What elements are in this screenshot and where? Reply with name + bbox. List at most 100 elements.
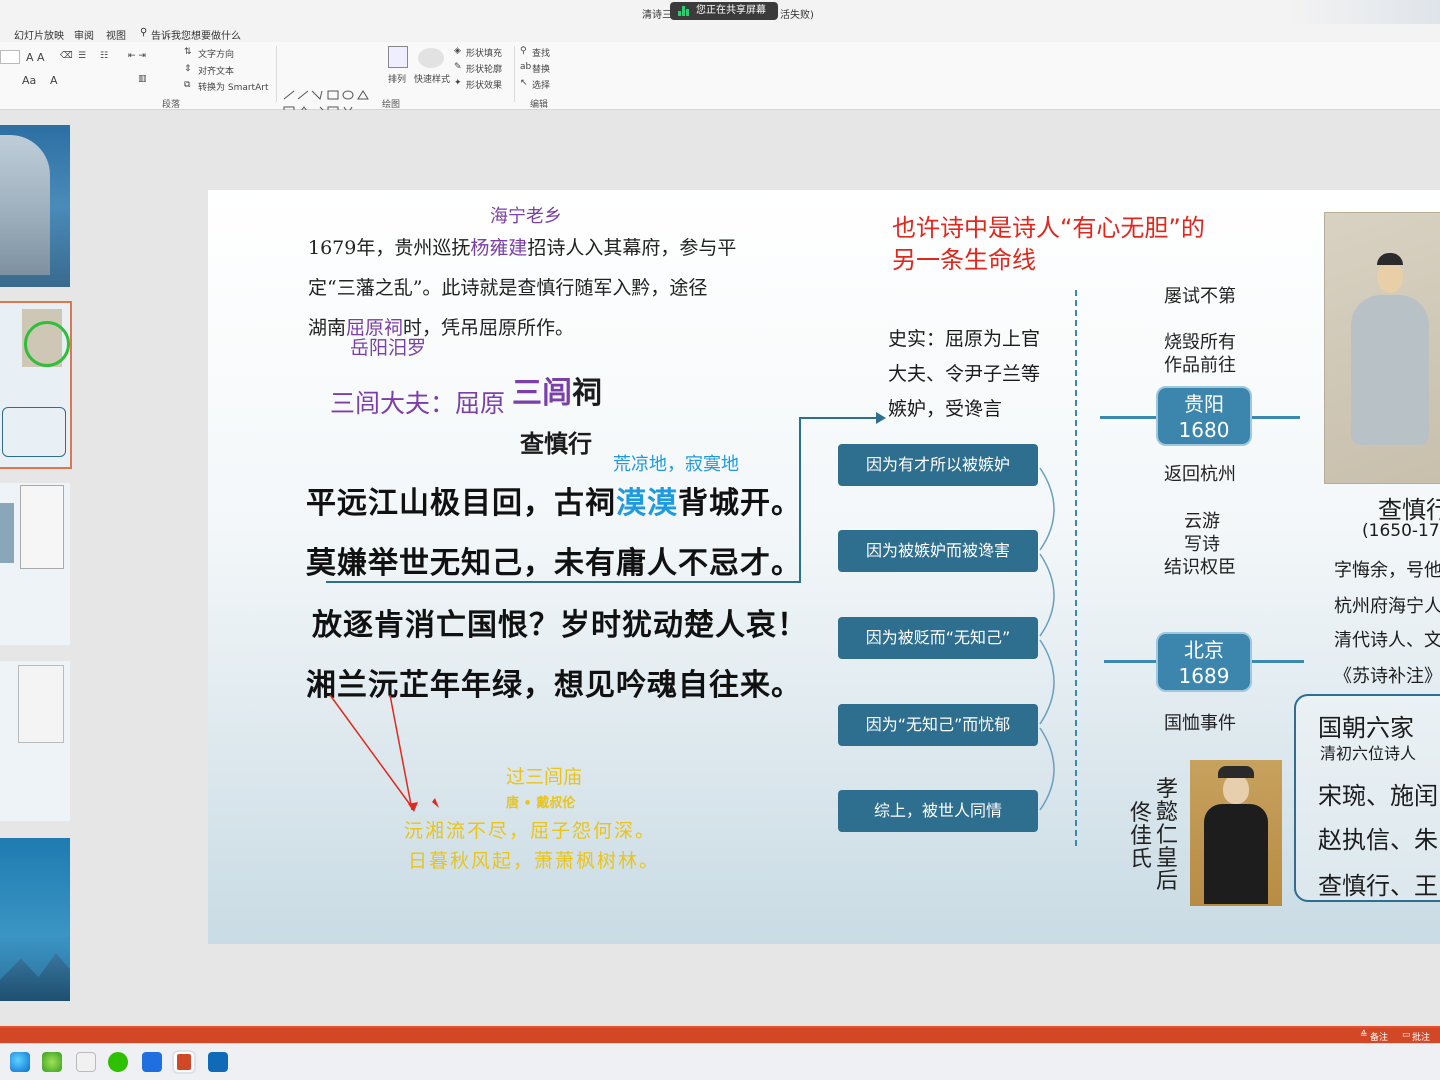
title-bar-background-art <box>1290 0 1440 24</box>
reason-box-5[interactable]: 综上，被世人同情 <box>838 790 1038 832</box>
convert-smartart-button[interactable]: 转换为 SmartArt <box>198 80 268 93</box>
history-line-2: 大夫、令尹子兰等 <box>888 363 1041 385</box>
tencent-meeting-icon[interactable] <box>142 1052 162 1072</box>
timeline-failed-exams: 屡试不第 <box>1164 286 1236 307</box>
powerpoint-taskbar-icon[interactable] <box>174 1052 194 1072</box>
tab-view[interactable]: 视图 <box>106 27 126 42</box>
font-grow-shrink-button[interactable]: A A <box>26 51 45 64</box>
align-text-button[interactable]: 对齐文本 <box>198 64 234 77</box>
tab-slideshow[interactable]: 幻灯片放映 <box>14 27 64 42</box>
font-color-button[interactable]: A <box>50 74 58 87</box>
shape-effects-button[interactable]: 形状效果 <box>466 78 502 91</box>
empress-name-vertical: 孝懿仁皇后 <box>1156 777 1179 894</box>
notes-button[interactable]: 备注 <box>1370 1030 1388 1043</box>
shape-fill-icon: ◈ <box>454 46 461 56</box>
slide-thumbnail[interactable] <box>0 125 70 287</box>
red-arrow-head <box>432 798 439 808</box>
numbering-icon[interactable]: ☷ <box>100 51 108 61</box>
thumbnail-figure-image <box>18 665 64 743</box>
ref-poem-line-1: 沅湘流不尽，屈子怨何深。 <box>404 820 657 842</box>
arrow-head <box>876 412 886 424</box>
slide-canvas[interactable]: 海宁老乡 1679年，贵州巡抚杨雍建招诗人入其幕府，参与平 定“三藩之乱”。此诗… <box>208 190 1440 944</box>
wechat-icon[interactable] <box>108 1052 128 1072</box>
powerpoint-logo <box>177 1054 191 1070</box>
drawing-group-label: 绘图 <box>382 100 401 110</box>
screen-share-label: 您正在共享屏幕 <box>696 5 766 16</box>
quick-styles-button[interactable]: 快速样式 <box>414 72 450 85</box>
history-line-1: 史实：屈原为上官 <box>888 328 1041 350</box>
ribbon-separator <box>514 46 515 102</box>
edge-icon[interactable] <box>10 1052 30 1072</box>
columns-icon[interactable]: ▥ <box>138 74 147 84</box>
empress-clan-vertical: 佟佳氏 <box>1130 801 1153 872</box>
comments-button[interactable]: 批注 <box>1412 1030 1430 1043</box>
cursor-highlight-ring <box>24 321 70 367</box>
six-poets-title: 国朝六家 <box>1318 714 1414 742</box>
portrait-face <box>1377 261 1403 293</box>
heading-line-1: 也许诗中是诗人“有心无胆”的 <box>892 214 1205 242</box>
city-year: 1689 <box>1178 664 1230 688</box>
ribbon-separator <box>276 46 277 102</box>
tab-review[interactable]: 审阅 <box>74 27 94 42</box>
find-icon: ⚲ <box>520 46 527 56</box>
powerpoint-window: 清诗三 您正在共享屏幕 活失败) 幻灯片放映 审阅 视图 ⚲ 告诉我您想要做什么… <box>0 0 1440 1080</box>
timeline-return: 返回杭州 <box>1164 464 1236 485</box>
bullets-icon[interactable]: ☰ <box>78 51 86 61</box>
tell-me-search[interactable]: 告诉我您想要做什么 <box>151 27 241 42</box>
replace-icon: ab <box>520 62 532 72</box>
editing-group-label: 编辑 <box>530 100 549 110</box>
timeline-travel-3: 结识权臣 <box>1164 557 1236 578</box>
indent-icon[interactable]: ⇤ ⇥ <box>128 51 146 61</box>
bio-name: 查慎行 <box>1378 496 1440 524</box>
font-size-box[interactable] <box>0 50 20 64</box>
reason-box-1[interactable]: 因为有才所以被嫉妒 <box>838 444 1038 486</box>
city-name: 北京 <box>1184 638 1224 662</box>
windows-taskbar <box>0 1043 1440 1080</box>
shape-fill-button[interactable]: 形状填充 <box>466 46 502 59</box>
portrait-robe <box>1351 295 1429 445</box>
screen-recorder-icon[interactable] <box>208 1052 228 1072</box>
select-button[interactable]: 选择 <box>532 78 550 91</box>
title-bar: 清诗三 您正在共享屏幕 活失败) <box>0 0 1440 24</box>
shape-effects-icon: ✦ <box>454 78 462 88</box>
screen-share-indicator[interactable]: 您正在共享屏幕 <box>670 2 778 20</box>
reason-box-3[interactable]: 因为被贬而“无知己” <box>838 617 1038 659</box>
slide-thumbnail-selected[interactable] <box>0 301 72 469</box>
clear-format-icon[interactable]: ⌫ <box>60 51 73 61</box>
city-name: 贵阳 <box>1184 392 1224 416</box>
change-case-button[interactable]: Aa <box>22 74 36 87</box>
arrange-button[interactable]: 排列 <box>388 72 406 85</box>
slide-thumbnail[interactable] <box>0 483 70 645</box>
document-title-suffix: 活失败) <box>780 10 814 21</box>
snipping-tool-icon[interactable] <box>76 1052 96 1072</box>
history-line-3: 嫉妒，受谗言 <box>888 398 1003 420</box>
flow-curve <box>1039 553 1055 637</box>
find-button[interactable]: 查找 <box>532 46 550 59</box>
comments-icon: ▭ <box>1402 1030 1411 1040</box>
reason-box-4[interactable]: 因为“无知己”而忧郁 <box>838 704 1038 746</box>
reason-box-2[interactable]: 因为被嫉妒而被谗害 <box>838 530 1038 572</box>
slide-thumbnail[interactable] <box>0 838 70 1001</box>
bio-years: (1650-17 <box>1362 521 1440 541</box>
portrait-face <box>1223 774 1249 804</box>
heading-line-2: 另一条生命线 <box>892 246 1036 274</box>
ribbon-tabs: 幻灯片放映 审阅 视图 ⚲ 告诉我您想要做什么 <box>0 24 1440 42</box>
zha-shenxing-portrait-image <box>1324 212 1440 484</box>
ribbon: A A ⌫ ☰ ☷ ⇤ ⇥ Aa A ▥ ⇅ 文字方向 ⇕ 对齐文本 ⧉ 转换为… <box>0 42 1440 130</box>
line-to-history <box>326 417 876 583</box>
ie-icon[interactable] <box>42 1052 62 1072</box>
shape-outline-button[interactable]: 形状轮廓 <box>466 62 502 75</box>
align-text-icon: ⇕ <box>184 64 192 74</box>
replace-button[interactable]: 替换 <box>532 62 550 75</box>
audio-level-icon <box>678 6 690 16</box>
status-bar-controls: ≙ 备注 ▭ 批注 <box>0 1024 1440 1044</box>
ref-poem-line-2: 日暮秋风起，萧萧枫树林。 <box>408 850 661 872</box>
thumbnail-figure-image <box>20 485 64 569</box>
ref-poem-title: 过三闾庙 <box>506 766 583 788</box>
tell-me-icon: ⚲ <box>140 27 148 38</box>
slide-thumbnail[interactable] <box>0 661 70 821</box>
six-poets-line-3: 查慎行、王 <box>1318 872 1438 900</box>
select-icon: ↖ <box>520 78 528 88</box>
text-direction-icon: ⇅ <box>184 47 192 57</box>
text-direction-button[interactable]: 文字方向 <box>198 47 234 60</box>
